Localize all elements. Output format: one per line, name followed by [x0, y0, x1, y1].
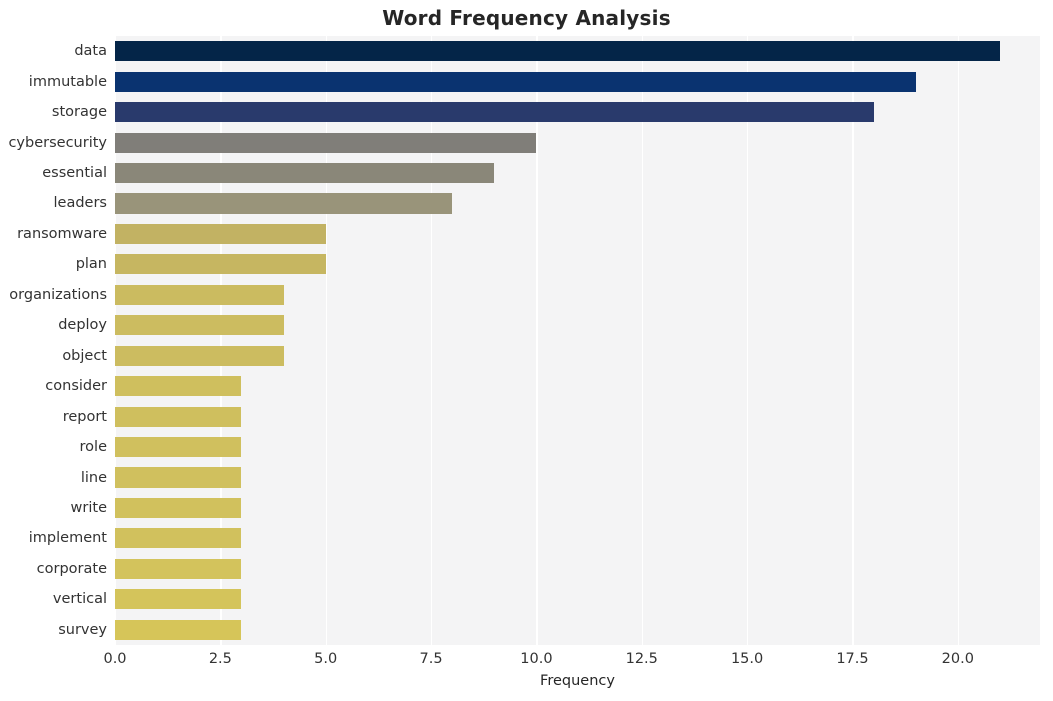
y-tick-label: survey	[58, 621, 107, 638]
plot-area	[115, 36, 1040, 645]
bar-row	[115, 102, 1040, 123]
y-tick-label: plan	[75, 256, 107, 273]
bar	[115, 558, 242, 579]
bar-row	[115, 497, 1040, 519]
chart-title: Word Frequency Analysis	[382, 6, 671, 30]
word-frequency-chart: Word Frequency Analysis data immutable sto…	[0, 0, 1053, 701]
bar	[115, 41, 1000, 62]
bar	[115, 467, 242, 488]
bar	[115, 132, 537, 153]
y-axis-tick-labels: data immutable storage cybersecurity essenti…	[0, 36, 115, 645]
gridline-x	[220, 36, 222, 645]
bar-row	[115, 345, 1040, 366]
bar	[115, 162, 495, 184]
y-tick-label: report	[62, 408, 107, 425]
bar-row	[115, 162, 1040, 184]
y-tick-label: essential	[42, 165, 107, 182]
y-tick-label: data	[74, 43, 107, 60]
x-tick-label: 7.5	[419, 651, 443, 667]
y-tick-label: vertical	[52, 591, 107, 608]
y-tick-label: leaders	[53, 195, 107, 212]
bar	[115, 406, 242, 427]
bar-row	[115, 254, 1040, 275]
x-tick-label: 12.5	[625, 651, 658, 667]
bar-row	[115, 193, 1040, 214]
bar	[115, 102, 874, 123]
x-tick-label: 10.0	[520, 651, 553, 667]
bar	[115, 284, 284, 305]
x-tick-label: 20.0	[941, 651, 974, 667]
x-tick-label: 15.0	[730, 651, 764, 667]
bar	[115, 315, 284, 336]
x-tick-label: 5.0	[314, 651, 338, 667]
y-tick-label: deploy	[58, 317, 107, 334]
x-axis-label: Frequency	[540, 673, 615, 689]
bar-row	[115, 284, 1040, 305]
y-tick-label: ransomware	[17, 225, 107, 242]
y-tick-label: organizations	[9, 286, 107, 303]
gridline-x	[325, 36, 327, 645]
x-tick-label: 17.5	[836, 651, 869, 667]
gridline-x	[536, 36, 538, 645]
gridline-x	[747, 36, 749, 645]
y-tick-label: immutable	[28, 73, 107, 90]
bar	[115, 254, 326, 275]
gridline-x	[115, 36, 117, 645]
bar-row	[115, 223, 1040, 244]
y-tick-label: role	[79, 439, 107, 456]
bar	[115, 589, 242, 610]
gridline-x	[641, 36, 644, 645]
y-tick-label: corporate	[36, 560, 107, 577]
gridline-x	[431, 36, 433, 645]
bar	[115, 71, 916, 92]
y-tick-label: storage	[51, 104, 107, 121]
bar	[115, 437, 242, 458]
bar-row	[115, 376, 1040, 397]
bar	[115, 193, 453, 214]
y-tick-label: object	[62, 347, 107, 364]
bar	[115, 528, 242, 549]
bar-row	[115, 558, 1040, 579]
gridline-x	[852, 36, 854, 645]
x-tick-label: 2.5	[208, 651, 232, 667]
y-tick-label: line	[80, 469, 107, 486]
bar-row	[115, 132, 1040, 153]
bar	[115, 497, 242, 519]
y-tick-label: implement	[28, 530, 107, 547]
bar	[115, 619, 242, 640]
x-tick-label: 0.0	[103, 651, 127, 667]
bar-row	[115, 71, 1040, 92]
bar-row	[115, 406, 1040, 427]
bar-row	[115, 528, 1040, 549]
bar-row	[115, 437, 1040, 458]
y-tick-label: cybersecurity	[8, 134, 107, 151]
gridline-x	[957, 36, 960, 645]
bar-row	[115, 41, 1040, 62]
bar-row	[115, 589, 1040, 610]
x-axis-tick-labels: 0.0 2.5 5.0 7.5 10.0 12.5 15.0 17.5 20.0	[103, 645, 1040, 673]
bar	[115, 376, 242, 397]
y-tick-label: consider	[45, 378, 107, 395]
bar-row	[115, 467, 1040, 488]
bar	[115, 223, 326, 244]
bar-row	[115, 315, 1040, 336]
bar-row	[115, 619, 1040, 640]
y-tick-label: write	[70, 499, 107, 516]
bar	[115, 345, 284, 366]
